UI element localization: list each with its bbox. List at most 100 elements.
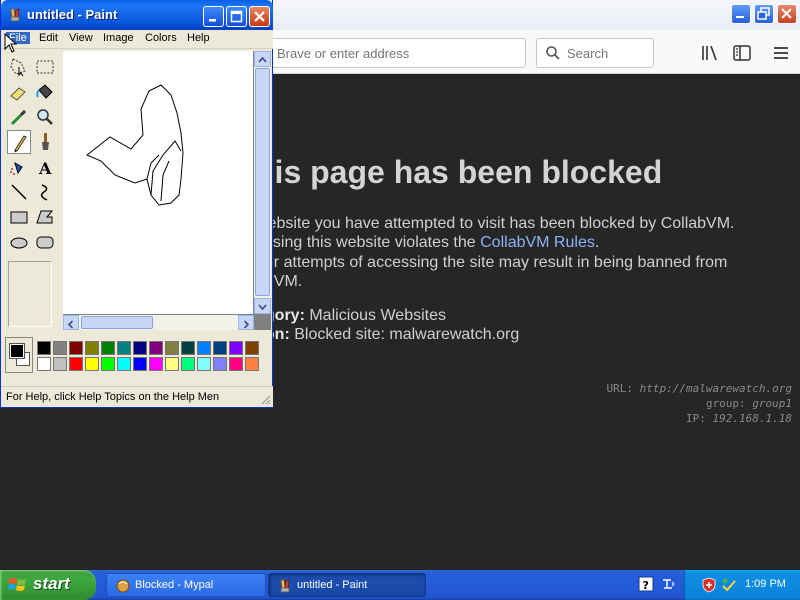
palette-swatch[interactable]: [165, 357, 179, 371]
palette-swatch[interactable]: [133, 341, 147, 355]
brush-tool[interactable]: [33, 130, 57, 154]
palette-swatch[interactable]: [245, 357, 259, 371]
palette-swatch[interactable]: [213, 341, 227, 355]
palette-swatch[interactable]: [133, 357, 147, 371]
eyedropper-icon: [10, 109, 27, 126]
vertical-scrollbar[interactable]: [254, 51, 271, 314]
browser-restore-button[interactable]: [754, 4, 774, 24]
hamburger-menu-icon[interactable]: [771, 43, 791, 63]
paint-maximize-button[interactable]: [226, 6, 247, 27]
scroll-left-button[interactable]: [63, 315, 79, 330]
palette-swatch[interactable]: [245, 341, 259, 355]
rectangle-tool[interactable]: [7, 205, 31, 229]
scroll-down-button[interactable]: [254, 298, 271, 314]
rounded-rect-tool[interactable]: [33, 230, 57, 254]
mypal-browser-icon: [116, 579, 130, 593]
rectangle-icon: [10, 211, 28, 224]
start-button[interactable]: start: [0, 570, 96, 600]
palette-swatch[interactable]: [181, 357, 195, 371]
current-colors[interactable]: [5, 337, 33, 373]
palette-swatch[interactable]: [85, 357, 99, 371]
palette-swatch[interactable]: [117, 341, 131, 355]
menu-edit[interactable]: Edit: [39, 32, 58, 44]
security-shield-icon[interactable]: [701, 577, 717, 593]
browser-close-button[interactable]: [777, 4, 797, 24]
palette-swatch[interactable]: [229, 357, 243, 371]
drawing-canvas[interactable]: [63, 51, 253, 314]
address-input[interactable]: [267, 39, 507, 67]
meta-url-value: http://malwarewatch.org: [639, 382, 792, 395]
text-icon: A: [38, 159, 52, 178]
eraser-tool[interactable]: [7, 80, 31, 104]
horizontal-scrollbar[interactable]: [63, 315, 254, 330]
menu-image[interactable]: Image: [103, 32, 134, 44]
help-icon[interactable]: ?: [638, 576, 654, 592]
palette-swatch[interactable]: [181, 341, 195, 355]
palette-swatch[interactable]: [69, 357, 83, 371]
resize-grip-icon[interactable]: [259, 393, 271, 405]
menu-help[interactable]: Help: [187, 32, 210, 44]
palette-swatch[interactable]: [101, 341, 115, 355]
palette-swatch[interactable]: [69, 341, 83, 355]
sidebar-icon[interactable]: [732, 43, 752, 63]
search-input[interactable]: [567, 39, 651, 67]
polygon-icon: [36, 210, 54, 224]
chevron-down-icon: [258, 304, 267, 311]
blocked-message-line: essing this website violates the CollabV…: [256, 234, 796, 252]
category-line: egory: Malicious Websites: [256, 307, 796, 325]
palette-swatch[interactable]: [53, 341, 67, 355]
palette-swatch[interactable]: [53, 357, 67, 371]
maximize-icon: [230, 10, 243, 23]
palette-swatch[interactable]: [85, 341, 99, 355]
language-bar-icon[interactable]: [660, 576, 676, 592]
windows-update-icon[interactable]: [721, 577, 737, 593]
collabvm-rules-link[interactable]: CollabVM Rules: [480, 234, 595, 251]
vertical-scroll-thumb[interactable]: [255, 68, 270, 296]
tool-options-box[interactable]: [8, 261, 52, 327]
palette-swatch[interactable]: [37, 341, 51, 355]
text-tool[interactable]: A: [33, 155, 57, 179]
pencil-tool[interactable]: [7, 130, 31, 154]
magnifier-tool[interactable]: [33, 105, 57, 129]
scroll-up-button[interactable]: [254, 51, 271, 67]
palette-swatch[interactable]: [117, 357, 131, 371]
search-box[interactable]: [536, 38, 654, 68]
palette-swatch[interactable]: [213, 357, 227, 371]
blocked-message-text: .: [594, 234, 600, 251]
color-picker-tool[interactable]: [7, 105, 31, 129]
line-tool[interactable]: [7, 180, 31, 204]
close-icon: [781, 8, 792, 19]
scroll-right-button[interactable]: [238, 315, 254, 330]
meta-ip-label: IP:: [686, 412, 713, 425]
library-icon[interactable]: [700, 43, 720, 63]
palette-swatch[interactable]: [149, 357, 163, 371]
fill-tool[interactable]: [33, 80, 57, 104]
menu-colors[interactable]: Colors: [145, 32, 177, 44]
palette-swatch[interactable]: [165, 341, 179, 355]
ellipse-tool[interactable]: [7, 230, 31, 254]
paint-close-button[interactable]: [249, 6, 270, 27]
browser-minimize-button[interactable]: [731, 4, 751, 24]
palette-swatch[interactable]: [37, 357, 51, 371]
horizontal-scroll-thumb[interactable]: [81, 316, 153, 329]
free-select-tool[interactable]: [7, 55, 31, 79]
palette-swatch[interactable]: [149, 341, 163, 355]
paint-minimize-button[interactable]: [203, 6, 224, 27]
airbrush-tool[interactable]: [7, 155, 31, 179]
taskbar-item-paint[interactable]: untitled - Paint: [268, 573, 426, 597]
taskbar-item-browser[interactable]: Blocked - Mypal: [106, 573, 266, 597]
palette-swatch[interactable]: [229, 341, 243, 355]
rect-select-tool[interactable]: [33, 55, 57, 79]
menu-view[interactable]: View: [69, 32, 93, 44]
palette-swatch[interactable]: [197, 341, 211, 355]
curve-tool[interactable]: [33, 180, 57, 204]
blocked-message-line: website you have attempted to visit has …: [256, 215, 735, 232]
palette-swatch[interactable]: [101, 357, 115, 371]
meta-group: group: group1: [492, 397, 792, 410]
palette-swatch[interactable]: [197, 357, 211, 371]
paint-titlebar[interactable]: untitled - Paint: [1, 0, 273, 30]
start-label: start: [33, 574, 70, 593]
address-bar[interactable]: [266, 38, 526, 68]
meta-url-label: URL:: [606, 382, 640, 395]
polygon-tool[interactable]: [33, 205, 57, 229]
